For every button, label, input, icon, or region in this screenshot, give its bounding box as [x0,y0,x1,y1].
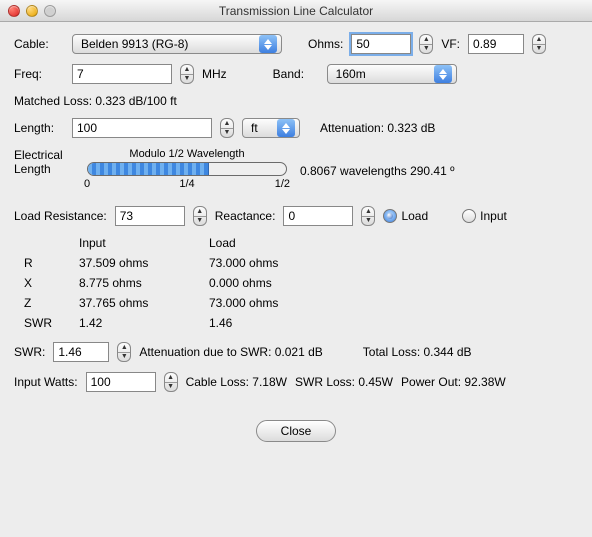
length-unit-select[interactable]: ft [242,118,300,138]
x-input: 8.775 ohms [79,276,209,290]
wavelength-gauge: Modulo 1/2 Wavelength 0 1/4 1/2 [82,148,292,192]
input-watts-label: Input Watts: [14,375,78,389]
freq-unit: MHz [202,67,227,81]
chevron-updown-icon [434,65,452,83]
gauge-bar [87,162,287,176]
cable-label: Cable: [14,37,64,51]
freq-label: Freq: [14,67,64,81]
close-icon[interactable] [8,5,20,17]
zoom-icon[interactable] [44,5,56,17]
length-input[interactable] [72,118,212,138]
ohms-label: Ohms: [308,37,343,51]
swr-input: 1.42 [79,316,209,330]
gauge-fill [88,163,209,175]
input-radio-group[interactable]: Input [462,209,507,223]
chevron-updown-icon [259,35,277,53]
ohms-input[interactable] [351,34,411,54]
load-resistance-input[interactable] [115,206,185,226]
row-z: Z [24,296,79,310]
z-load: 73.000 ohms [209,296,359,310]
swr-loss: SWR Loss: 0.45W [295,375,393,389]
length-label: Length: [14,121,64,135]
load-resistance-stepper[interactable]: ▲▼ [193,206,207,226]
load-radio[interactable] [383,209,397,223]
row-x: X [24,276,79,290]
input-radio[interactable] [462,209,476,223]
swr-label: SWR: [14,345,45,359]
chevron-updown-icon [277,119,295,137]
input-watts-field[interactable] [86,372,156,392]
row-swr: SWR [24,316,79,330]
input-watts-stepper[interactable]: ▲▼ [164,372,178,392]
col-input: Input [79,236,209,250]
band-value: 160m [336,67,428,81]
cable-loss: Cable Loss: 7.18W [186,375,287,389]
swr-field[interactable] [53,342,109,362]
reactance-input[interactable] [283,206,353,226]
r-input: 37.509 ohms [79,256,209,270]
gauge-title: Modulo 1/2 Wavelength [129,148,244,160]
row-r: R [24,256,79,270]
ohms-stepper[interactable]: ▲▼ [419,34,433,54]
total-loss: Total Loss: 0.344 dB [363,345,472,359]
reactance-stepper[interactable]: ▲▼ [361,206,375,226]
window-title: Transmission Line Calculator [0,4,592,18]
band-label: Band: [273,67,319,81]
length-unit-value: ft [251,121,271,135]
attenuation-label: Attenuation: 0.323 dB [320,121,435,135]
minimize-icon[interactable] [26,5,38,17]
vf-label: VF: [441,37,460,51]
cable-select[interactable]: Belden 9913 (RG-8) [72,34,282,54]
freq-input[interactable] [72,64,172,84]
reactance-label: Reactance: [215,209,276,223]
band-select[interactable]: 160m [327,64,457,84]
swr-stepper[interactable]: ▲▼ [117,342,131,362]
load-resistance-label: Load Resistance: [14,209,107,223]
gauge-ticks: 0 1/4 1/2 [84,178,290,192]
vf-stepper[interactable]: ▲▼ [532,34,546,54]
wavelength-readout: 0.8067 wavelengths 290.41 º [300,164,455,178]
elec-length-label: Electrical Length [14,148,74,177]
att-swr: Attenuation due to SWR: 0.021 dB [139,345,322,359]
freq-stepper[interactable]: ▲▼ [180,64,194,84]
results-grid: Input Load R 37.509 ohms 73.000 ohms X 8… [24,236,578,330]
r-load: 73.000 ohms [209,256,359,270]
vf-input[interactable] [468,34,524,54]
swr-load: 1.46 [209,316,359,330]
cable-value: Belden 9913 (RG-8) [81,37,253,51]
load-radio-group[interactable]: Load [383,209,428,223]
length-stepper[interactable]: ▲▼ [220,118,234,138]
titlebar: Transmission Line Calculator [0,0,592,22]
z-input: 37.765 ohms [79,296,209,310]
power-out: Power Out: 92.38W [401,375,506,389]
col-load: Load [209,236,359,250]
x-load: 0.000 ohms [209,276,359,290]
traffic-lights [8,5,56,17]
close-button[interactable]: Close [256,420,336,442]
matched-loss: Matched Loss: 0.323 dB/100 ft [14,94,177,108]
